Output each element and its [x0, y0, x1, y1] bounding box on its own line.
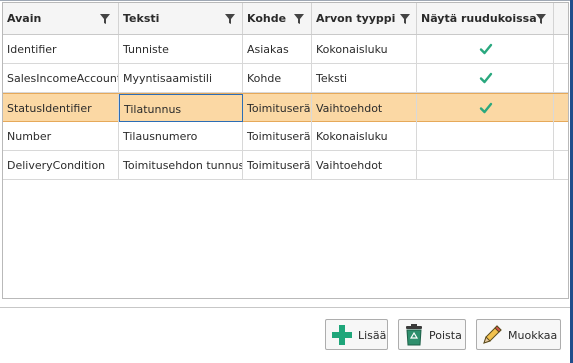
cell-teksti[interactable]: Myyntisaamistili	[119, 64, 243, 92]
grid-header: Avain Teksti Kohde Arvon tyyppi Näytä ru…	[3, 3, 568, 35]
cell-nayta-ruudukoissa[interactable]	[417, 151, 554, 179]
column-header-label: Teksti	[123, 12, 160, 25]
cell-text: SalesIncomeAccount	[7, 72, 119, 85]
cell-arvon-tyyppi[interactable]: Vaihtoehdot	[312, 151, 417, 179]
cell-teksti-focused[interactable]: Tilatunnus	[119, 94, 243, 122]
cell-kohde[interactable]: Toimituserä	[243, 122, 312, 150]
cell-text: Myyntisaamistili	[123, 72, 213, 85]
cell-nayta-ruudukoissa[interactable]	[417, 94, 554, 122]
cell-text: StatusIdentifier	[7, 102, 92, 115]
cell-nayta-ruudukoissa[interactable]	[417, 122, 554, 150]
delete-button[interactable]: Poista	[398, 319, 466, 350]
cell-text: Identifier	[7, 43, 57, 56]
cell-text: Kokonaisluku	[316, 130, 388, 143]
cell-nayta-ruudukoissa[interactable]	[417, 35, 554, 63]
cell-kohde[interactable]: Toimituserä	[243, 94, 312, 122]
cell-teksti[interactable]: Tunniste	[119, 35, 243, 63]
cell-avain[interactable]: Identifier	[3, 35, 119, 63]
cell-arvon-tyyppi[interactable]: Vaihtoehdot	[312, 94, 417, 122]
cell-text: Toimituserä	[247, 159, 311, 172]
check-icon	[479, 43, 493, 55]
column-header-nayta-ruudukoissa[interactable]: Näytä ruudukoissa	[417, 3, 554, 34]
custom-fields-grid[interactable]: Avain Teksti Kohde Arvon tyyppi Näytä ru…	[2, 2, 569, 299]
cell-text: Tilatunnus	[124, 103, 182, 116]
cell-kohde[interactable]: Toimituserä	[243, 151, 312, 179]
cell-kohde[interactable]: Asiakas	[243, 35, 312, 63]
recycle-bin-icon	[406, 324, 422, 346]
cell-avain[interactable]: DeliveryCondition	[3, 151, 119, 179]
cell-text: Vaihtoehdot	[316, 102, 383, 115]
filter-funnel-icon[interactable]	[536, 14, 546, 24]
plus-icon	[332, 325, 352, 345]
column-header-filler	[554, 3, 568, 34]
cell-avain[interactable]: SalesIncomeAccount	[3, 64, 119, 92]
pencil-icon	[483, 325, 502, 344]
cell-arvon-tyyppi[interactable]: Kokonaisluku	[312, 35, 417, 63]
cell-text: Toimituserä	[247, 130, 311, 143]
edit-button[interactable]: Muokkaa	[476, 319, 561, 350]
cell-text: Toimitusehdon tunnus	[123, 159, 243, 172]
table-row-selected[interactable]: StatusIdentifier Tilatunnus Toimituserä …	[3, 93, 568, 122]
table-row[interactable]: DeliveryCondition Toimitusehdon tunnus T…	[3, 151, 568, 180]
filter-funnel-icon[interactable]	[100, 14, 110, 24]
column-header-teksti[interactable]: Teksti	[119, 3, 243, 34]
cell-text: Kokonaisluku	[316, 43, 388, 56]
column-header-label: Kohde	[247, 12, 287, 25]
cell-arvon-tyyppi[interactable]: Kokonaisluku	[312, 122, 417, 150]
add-button[interactable]: Lisää	[325, 319, 388, 350]
cell-kohde[interactable]: Kohde	[243, 64, 312, 92]
column-header-avain[interactable]: Avain	[3, 3, 119, 34]
edit-button-label: Muokkaa	[508, 329, 558, 342]
table-row[interactable]: Number Tilausnumero Toimituserä Kokonais…	[3, 122, 568, 151]
cell-teksti[interactable]: Toimitusehdon tunnus	[119, 151, 243, 179]
filter-funnel-icon[interactable]	[400, 14, 410, 24]
cell-avain[interactable]: StatusIdentifier	[3, 94, 119, 122]
cell-nayta-ruudukoissa[interactable]	[417, 64, 554, 92]
check-icon	[479, 102, 493, 114]
cell-teksti[interactable]: Tilausnumero	[119, 122, 243, 150]
column-header-label: Näytä ruudukoissa	[421, 12, 537, 25]
cell-arvon-tyyppi[interactable]: Teksti	[312, 64, 417, 92]
column-header-label: Avain	[7, 12, 42, 25]
column-header-kohde[interactable]: Kohde	[243, 3, 312, 34]
cell-text: Tilausnumero	[123, 130, 198, 143]
delete-button-label: Poista	[429, 329, 462, 342]
table-row[interactable]: SalesIncomeAccount Myyntisaamistili Kohd…	[3, 64, 568, 93]
cell-text: Vaihtoehdot	[316, 159, 383, 172]
column-header-label: Arvon tyyppi	[316, 12, 396, 25]
check-icon	[479, 72, 493, 84]
window-top-edge	[0, 0, 573, 1]
cell-text: Asiakas	[247, 43, 289, 56]
cell-text: Tunniste	[123, 43, 169, 56]
filter-funnel-icon[interactable]	[294, 14, 304, 24]
table-row[interactable]: Identifier Tunniste Asiakas Kokonaisluku	[3, 35, 568, 64]
column-header-arvon-tyyppi[interactable]: Arvon tyyppi	[312, 3, 417, 34]
cell-avain[interactable]: Number	[3, 122, 119, 150]
cell-text: Toimituserä	[247, 102, 311, 115]
add-button-label: Lisää	[358, 329, 387, 342]
footer-divider	[0, 307, 570, 308]
filter-funnel-icon[interactable]	[225, 14, 235, 24]
cell-text: Kohde	[247, 72, 282, 85]
cell-text: DeliveryCondition	[7, 159, 106, 172]
cell-text: Number	[7, 130, 52, 143]
cell-text: Teksti	[316, 72, 348, 85]
